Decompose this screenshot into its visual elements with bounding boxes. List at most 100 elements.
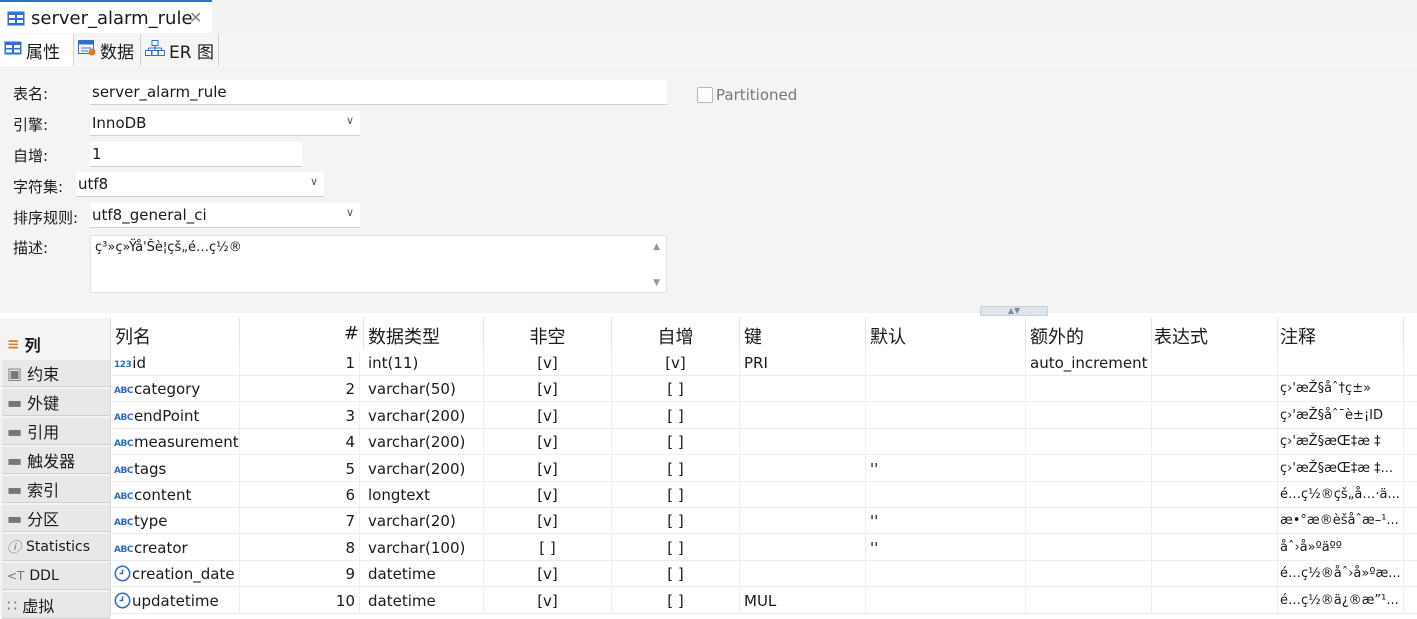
autoinc-input[interactable]: 1	[90, 142, 302, 167]
datatype-cell[interactable]: datetime	[364, 587, 484, 614]
table-row[interactable]: ABCtype 7 varchar(20) [v][ ] '' æ•°æ®èšåˆæ–¹.…	[112, 508, 1417, 535]
datatype-cell[interactable]: varchar(20)	[364, 508, 484, 535]
sidebar-item-partitions[interactable]: ▬ 分区	[2, 505, 110, 532]
row-number[interactable]: 8	[240, 534, 360, 561]
extra-cell[interactable]: auto_increment	[1026, 350, 1152, 376]
column-header-key[interactable]: 键	[740, 318, 866, 350]
sidebar-item-indexes[interactable]: ▬ 索引	[2, 476, 110, 503]
notnull-cell[interactable]: [v]	[484, 482, 612, 508]
column-header-datatype[interactable]: 数据类型	[364, 318, 484, 350]
column-header-name[interactable]: 列名	[112, 318, 240, 350]
key-cell[interactable]	[740, 376, 866, 403]
charset-select[interactable]: utf8 ∨	[76, 172, 324, 197]
autoinc-cell[interactable]: [v]	[612, 350, 740, 376]
extra-cell[interactable]	[1026, 376, 1152, 403]
notnull-cell[interactable]: [v]	[484, 455, 612, 482]
sidebar-item-constraints[interactable]: ▣ 约束	[2, 360, 110, 387]
close-icon[interactable]: ✕	[189, 8, 202, 27]
default-cell[interactable]: ''	[866, 534, 1026, 561]
editor-tab[interactable]: server_alarm_rule ✕	[0, 0, 212, 33]
extra-cell[interactable]	[1026, 455, 1152, 482]
column-header-comment[interactable]: 注释	[1278, 318, 1404, 350]
autoinc-cell[interactable]: [ ]	[612, 402, 740, 429]
column-name-cell[interactable]: ABCcreator	[112, 534, 240, 561]
key-cell[interactable]	[740, 455, 866, 482]
notnull-cell[interactable]: [v]	[484, 376, 612, 403]
column-header-default[interactable]: 默认	[866, 318, 1026, 350]
default-cell[interactable]	[866, 429, 1026, 456]
notnull-cell[interactable]: [v]	[484, 587, 612, 614]
row-number[interactable]: 5	[240, 455, 360, 482]
autoinc-cell[interactable]: [ ]	[612, 455, 740, 482]
sidebar-item-statistics[interactable]: ⓘ Statistics	[2, 534, 110, 561]
datatype-cell[interactable]: varchar(200)	[364, 455, 484, 482]
extra-cell[interactable]	[1026, 534, 1152, 561]
default-cell[interactable]	[866, 402, 1026, 429]
table-row[interactable]: ABCmeasurement 4 varchar(200) [v][ ] ç›'æŽ§æ…	[112, 429, 1417, 456]
default-cell[interactable]	[866, 587, 1026, 614]
comment-cell[interactable]: åˆ›å»ºäºº	[1278, 534, 1404, 561]
datatype-cell[interactable]: varchar(200)	[364, 402, 484, 429]
column-name-cell[interactable]: creation_date	[112, 561, 240, 588]
autoinc-cell[interactable]: [ ]	[612, 534, 740, 561]
notnull-cell[interactable]: [v]	[484, 508, 612, 535]
comment-cell[interactable]	[1278, 350, 1404, 376]
expression-cell[interactable]	[1152, 482, 1278, 508]
tab-er-diagram[interactable]: ER 图	[141, 34, 219, 66]
extra-cell[interactable]	[1026, 508, 1152, 535]
key-cell[interactable]: PRI	[740, 350, 866, 376]
notnull-cell[interactable]: [v]	[484, 429, 612, 456]
comment-cell[interactable]: é…ç½®åˆ›å»ºæ...	[1278, 561, 1404, 588]
extra-cell[interactable]	[1026, 587, 1152, 614]
partitioned-checkbox[interactable]	[697, 87, 713, 103]
column-header-expression[interactable]: 表达式	[1152, 318, 1278, 350]
key-cell[interactable]	[740, 482, 866, 508]
comment-cell[interactable]: ç›'æŽ§æŒ‡æ ‡...	[1278, 455, 1404, 482]
table-row[interactable]: updatetime 10 datetime [v][ ] MUL é…ç½®ä¿®æ”¹…	[112, 587, 1417, 614]
datatype-cell[interactable]: varchar(100)	[364, 534, 484, 561]
row-number[interactable]: 9	[240, 561, 360, 588]
column-name-cell[interactable]: ABCtags	[112, 455, 240, 482]
table-row[interactable]: ABCcategory 2 varchar(50) [v][ ] ç›'æŽ§åˆ†ç±…	[112, 376, 1417, 403]
sidebar-item-foreign-keys[interactable]: ▬ 外键	[2, 389, 110, 416]
column-name-cell[interactable]: ABCcontent	[112, 482, 240, 508]
autoinc-cell[interactable]: [ ]	[612, 587, 740, 614]
table-row[interactable]: ABCtags 5 varchar(200) [v][ ] '' ç›'æŽ§æŒ‡æ ‡…	[112, 455, 1417, 482]
column-name-cell[interactable]: ABCtype	[112, 508, 240, 535]
autoinc-cell[interactable]: [ ]	[612, 508, 740, 535]
notnull-cell[interactable]: [v]	[484, 350, 612, 376]
column-name-cell[interactable]: ABCendPoint	[112, 402, 240, 429]
row-number[interactable]: 10	[240, 587, 360, 614]
expression-cell[interactable]	[1152, 534, 1278, 561]
engine-select[interactable]: InnoDB ∨	[90, 111, 360, 136]
column-header-extra[interactable]: 额外的	[1026, 318, 1152, 350]
autoinc-cell[interactable]: [ ]	[612, 561, 740, 588]
row-number[interactable]: 2	[240, 376, 360, 403]
sidebar-item-triggers[interactable]: ▬ 触发器	[2, 447, 110, 474]
notnull-cell[interactable]: [v]	[484, 402, 612, 429]
autoinc-cell[interactable]: [ ]	[612, 429, 740, 456]
expression-cell[interactable]	[1152, 402, 1278, 429]
column-name-cell[interactable]: ABCmeasurement	[112, 429, 240, 456]
expression-cell[interactable]	[1152, 350, 1278, 376]
key-cell[interactable]: MUL	[740, 587, 866, 614]
default-cell[interactable]	[866, 482, 1026, 508]
comment-cell[interactable]: ç›'æŽ§åˆ¯è±¡ID	[1278, 402, 1404, 429]
comment-cell[interactable]: ç›'æŽ§æŒ‡æ ‡	[1278, 429, 1404, 456]
key-cell[interactable]	[740, 402, 866, 429]
sidebar-item-columns[interactable]: ≡ 列	[2, 330, 110, 357]
autoinc-cell[interactable]: [ ]	[612, 376, 740, 403]
row-number[interactable]: 7	[240, 508, 360, 535]
expression-cell[interactable]	[1152, 429, 1278, 456]
extra-cell[interactable]	[1026, 402, 1152, 429]
comment-cell[interactable]: æ•°æ®èšåˆæ–¹...	[1278, 508, 1404, 535]
extra-cell[interactable]	[1026, 429, 1152, 456]
row-number[interactable]: 4	[240, 429, 360, 456]
datatype-cell[interactable]: varchar(200)	[364, 429, 484, 456]
key-cell[interactable]	[740, 429, 866, 456]
key-cell[interactable]	[740, 561, 866, 588]
column-header-autoinc[interactable]: 自增	[612, 318, 740, 350]
row-number[interactable]: 6	[240, 482, 360, 508]
row-number[interactable]: 3	[240, 402, 360, 429]
autoinc-cell[interactable]: [ ]	[612, 482, 740, 508]
